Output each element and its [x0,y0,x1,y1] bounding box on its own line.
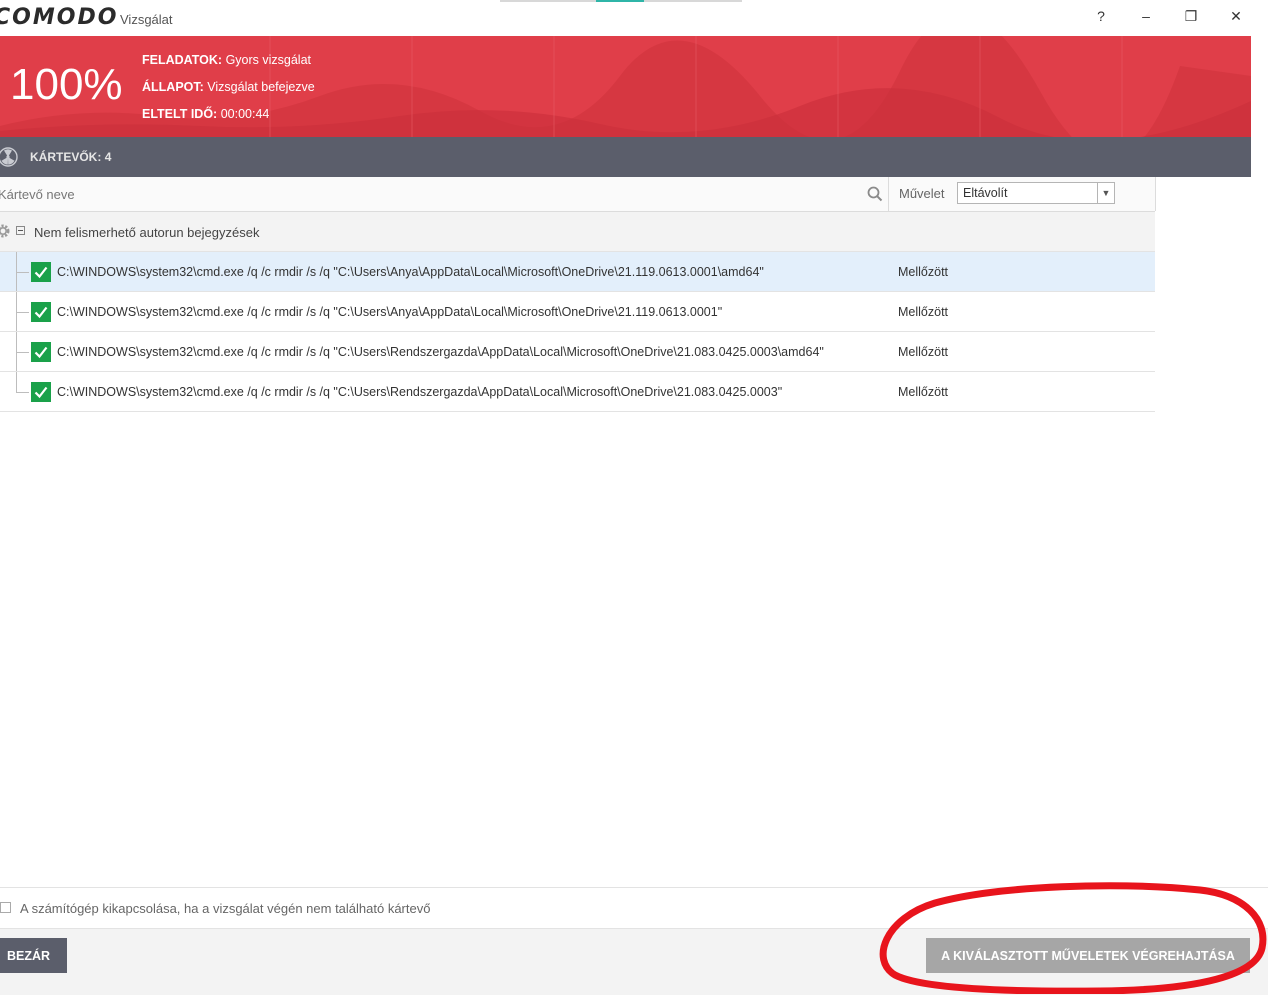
column-action-label: Művelet [899,186,945,201]
column-separator [888,177,889,211]
scan-progress-percent: 100% [10,60,123,109]
minimize-button[interactable]: – [1133,6,1159,26]
threat-action[interactable]: Mellőzött [898,385,948,399]
table-row[interactable]: C:\WINDOWS\system32\cmd.exe /q /c rmdir … [0,332,1155,372]
threat-count-value: 4 [104,150,112,164]
execute-selected-actions-button[interactable]: A KIVÁLASZTOTT MŰVELETEK VÉGREHAJTÁSA [926,938,1250,973]
checkmark-icon [34,386,48,399]
tree-branch [17,392,29,393]
shutdown-label[interactable]: A számítógép kikapcsolása, ha a vizsgála… [20,901,430,916]
comodo-logo: COMODO [0,5,119,30]
threat-path: C:\WINDOWS\system32\cmd.exe /q /c rmdir … [57,345,824,359]
top-edge-line [644,0,742,2]
status-label: ÁLLAPOT: [142,80,204,94]
elapsed-label: ELTELT IDŐ: [142,107,218,121]
status-info: ÁLLAPOT: Vizsgálat befejezve [142,80,315,94]
threat-count-bar: KÁRTEVŐK: 4 [0,137,1251,177]
collapse-icon[interactable] [16,226,25,235]
threat-path: C:\WINDOWS\system32\cmd.exe /q /c rmdir … [57,305,723,319]
threat-count: KÁRTEVŐK: 4 [30,150,111,164]
radiation-icon [0,147,18,167]
close-button[interactable]: BEZÁR [0,938,67,973]
top-edge-line [500,0,596,2]
table-row[interactable]: C:\WINDOWS\system32\cmd.exe /q /c rmdir … [0,252,1155,292]
threat-group-row[interactable]: Nem felismerhető autorun bejegyzések [0,212,1155,252]
gear-icon [0,224,10,238]
threat-path: C:\WINDOWS\system32\cmd.exe /q /c rmdir … [57,265,764,279]
threat-count-label: KÁRTEVŐK: [30,150,102,164]
table-row[interactable]: C:\WINDOWS\system32\cmd.exe /q /c rmdir … [0,372,1155,412]
status-value: Vizsgálat befejezve [203,80,315,94]
tasks-label: FELADATOK: [142,53,223,67]
threat-action[interactable]: Mellőzött [898,265,948,279]
help-button[interactable]: ? [1088,6,1114,26]
elapsed-value: 00:00:44 [217,107,270,121]
row-checkbox[interactable] [31,262,51,282]
table-right-border [1155,177,1156,211]
tasks-info: FELADATOK: Gyors vizsgálat [142,53,311,67]
search-icon[interactable] [867,186,883,202]
threat-action[interactable]: Mellőzött [898,305,948,319]
threat-group-label: Nem felismerhető autorun bejegyzések [34,225,260,240]
action-dropdown[interactable]: Eltávolít ▼ [957,182,1115,204]
checkmark-icon [34,306,48,319]
top-edge-accent [596,0,644,2]
title-bar: COMODO Vizsgálat ? – ❐ ✕ [0,0,1251,36]
tree-branch [17,352,29,353]
row-checkbox[interactable] [31,302,51,322]
table-header: Kártevő neve Művelet Eltávolít ▼ [0,177,1155,212]
elapsed-info: ELTELT IDŐ: 00:00:44 [142,107,269,121]
close-window-button[interactable]: ✕ [1223,6,1249,26]
restore-button[interactable]: ❐ [1178,6,1204,26]
threat-action[interactable]: Mellőzött [898,345,948,359]
threat-path: C:\WINDOWS\system32\cmd.exe /q /c rmdir … [57,385,783,399]
checkmark-icon [34,346,48,359]
shutdown-checkbox[interactable] [0,902,11,913]
footer-divider [0,887,1268,888]
chevron-down-icon[interactable]: ▼ [1097,183,1114,203]
tree-branch [17,312,29,313]
table-row[interactable]: C:\WINDOWS\system32\cmd.exe /q /c rmdir … [0,292,1155,332]
tasks-value: Gyors vizsgálat [222,53,312,67]
row-checkbox[interactable] [31,382,51,402]
window-title: Vizsgálat [120,12,173,27]
checkmark-icon [34,266,48,279]
column-threat-name[interactable]: Kártevő neve [0,187,75,202]
scan-summary-header: 100% FELADATOK: Gyors vizsgálat ÁLLAPOT:… [0,36,1251,137]
action-dropdown-value: Eltávolít [963,186,1008,200]
row-checkbox[interactable] [31,342,51,362]
tree-branch [17,272,29,273]
tree-line [16,372,17,393]
